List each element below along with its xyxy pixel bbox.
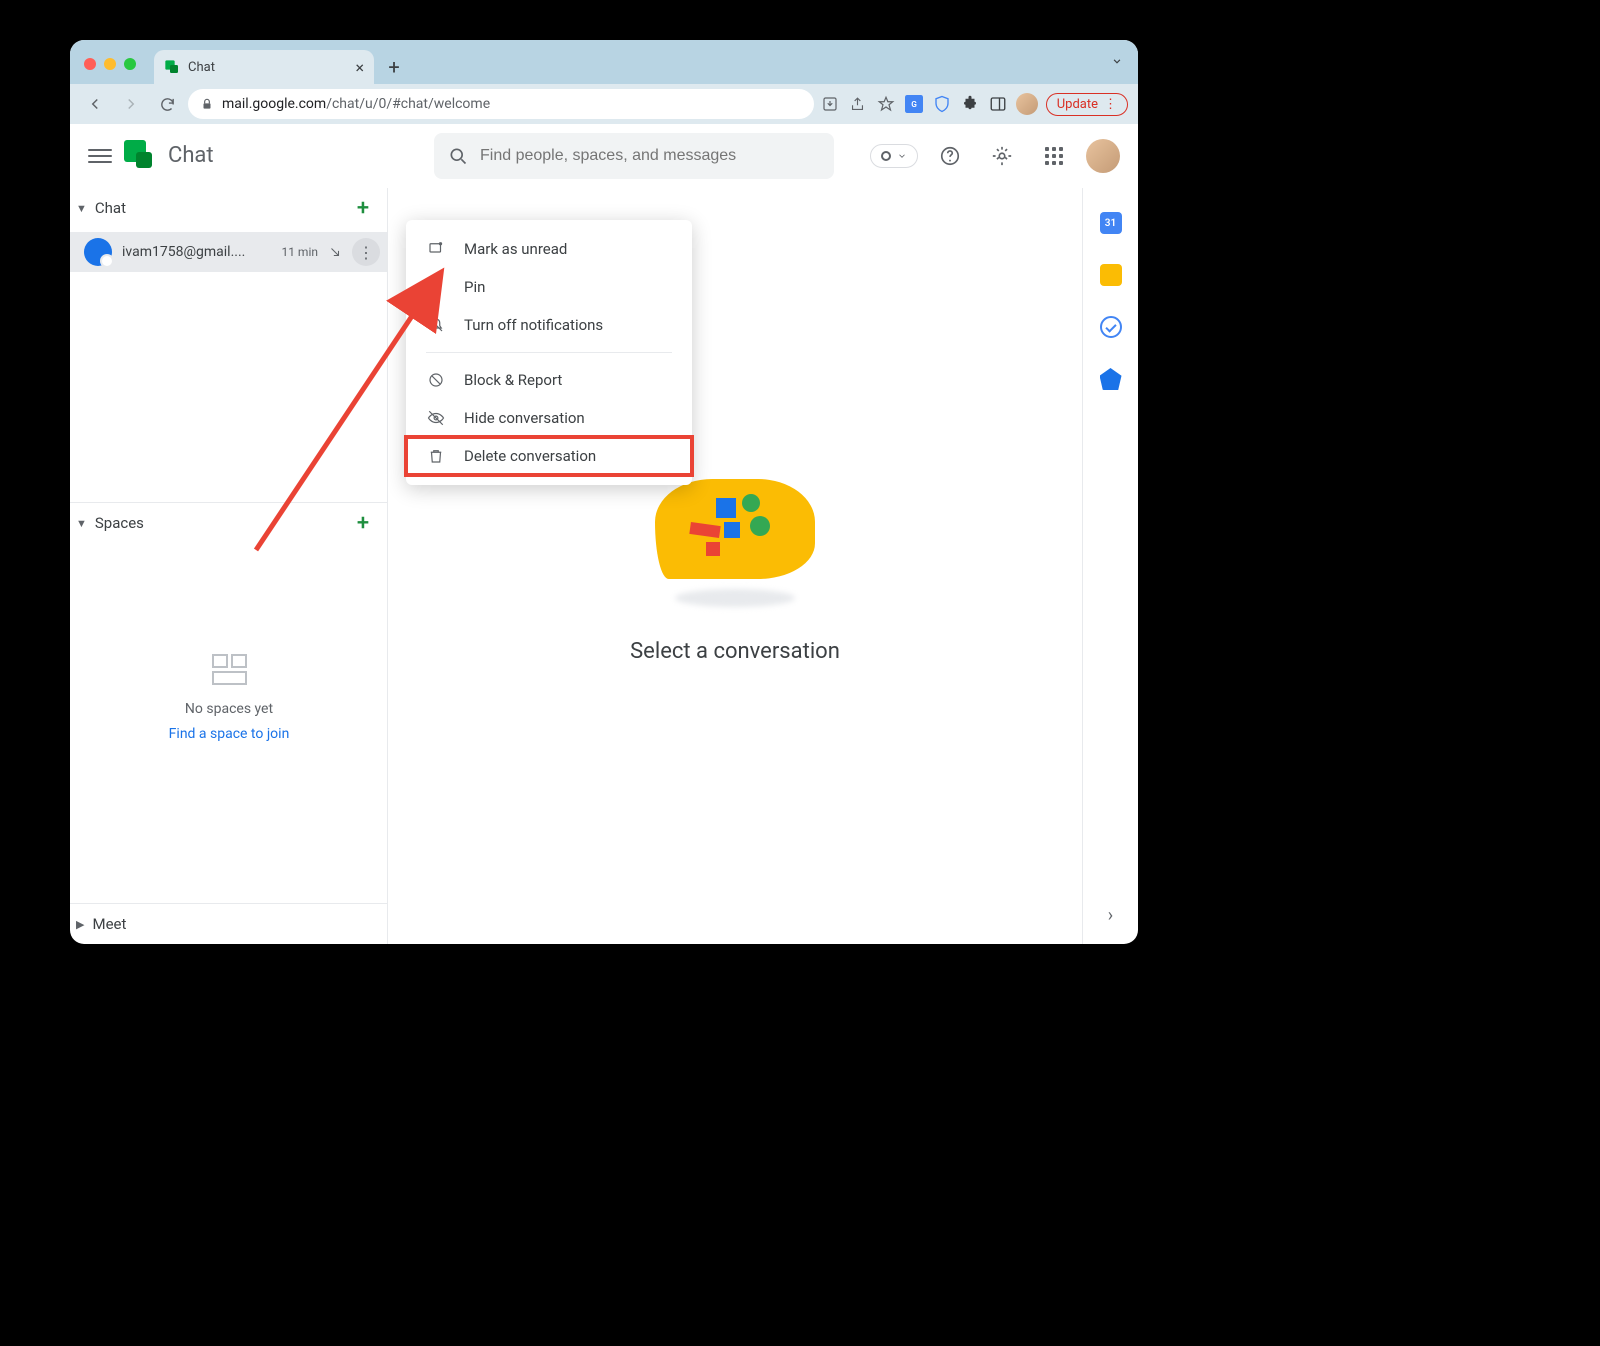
new-chat-button[interactable]: + bbox=[348, 196, 378, 221]
status-button[interactable] bbox=[870, 144, 918, 168]
collapse-panel-button[interactable]: › bbox=[1108, 905, 1113, 926]
chat-favicon-icon bbox=[164, 59, 180, 75]
contact-name: ivam1758@gmail.... bbox=[122, 244, 271, 260]
forward-button[interactable] bbox=[116, 89, 146, 119]
mark-unread-menu-item[interactable]: Mark as unread bbox=[406, 230, 692, 268]
search-input[interactable] bbox=[480, 147, 820, 165]
spaces-section-label: Spaces bbox=[95, 514, 340, 532]
url-text: mail.google.com/chat/u/0/#chat/welcome bbox=[222, 96, 490, 112]
browser-tab-bar: Chat × + bbox=[70, 40, 1138, 84]
sidebar: ▼ Chat + ivam1758@gmail.... 11 min ⋮ ▼ S… bbox=[70, 188, 388, 944]
minimize-window-button[interactable] bbox=[104, 58, 116, 70]
spaces-empty-text: No spaces yet bbox=[70, 701, 388, 717]
back-button[interactable] bbox=[80, 89, 110, 119]
contact-avatar-icon bbox=[84, 238, 112, 266]
browser-tab[interactable]: Chat × bbox=[154, 50, 374, 84]
contacts-panel-button[interactable] bbox=[1100, 368, 1122, 390]
calendar-panel-button[interactable] bbox=[1100, 212, 1122, 234]
close-tab-button[interactable]: × bbox=[355, 58, 364, 77]
browser-update-button[interactable]: Update⋮ bbox=[1046, 93, 1128, 116]
side-panel: › bbox=[1082, 188, 1138, 944]
bookmark-star-icon[interactable] bbox=[876, 94, 896, 114]
app-title: Chat bbox=[168, 143, 214, 168]
meet-section-header[interactable]: ▶ Meet bbox=[70, 904, 388, 944]
find-space-link[interactable]: Find a space to join bbox=[169, 726, 290, 742]
menu-label: Mark as unread bbox=[464, 240, 567, 258]
shield-extension-icon[interactable] bbox=[932, 94, 952, 114]
reload-button[interactable] bbox=[152, 89, 182, 119]
main-menu-button[interactable] bbox=[88, 149, 112, 163]
menu-label: Hide conversation bbox=[464, 409, 585, 427]
address-bar[interactable]: mail.google.com/chat/u/0/#chat/welcome bbox=[188, 89, 814, 119]
status-circle-icon bbox=[881, 151, 891, 161]
hide-conversation-menu-item[interactable]: Hide conversation bbox=[406, 399, 692, 437]
pin-icon bbox=[426, 277, 446, 297]
lock-icon bbox=[200, 97, 214, 111]
caret-down-icon: ▼ bbox=[76, 517, 87, 530]
conversation-context-menu: Mark as unread Pin Turn off notification… bbox=[406, 220, 692, 485]
main-prompt: Select a conversation bbox=[630, 639, 840, 664]
flag-icon bbox=[426, 239, 446, 259]
new-space-button[interactable]: + bbox=[348, 511, 378, 536]
menu-divider bbox=[426, 352, 672, 353]
menu-label: Pin bbox=[464, 278, 485, 296]
conversation-time: 11 min bbox=[281, 245, 318, 259]
browser-profile-avatar[interactable] bbox=[1016, 93, 1038, 115]
google-apps-button[interactable] bbox=[1034, 136, 1074, 176]
browser-toolbar: mail.google.com/chat/u/0/#chat/welcome G… bbox=[70, 84, 1138, 124]
chat-logo-icon bbox=[124, 140, 156, 172]
menu-label: Delete conversation bbox=[464, 447, 596, 465]
keep-panel-button[interactable] bbox=[1100, 264, 1122, 286]
spaces-empty-state: No spaces yet Find a space to join bbox=[70, 543, 388, 742]
svg-text:G: G bbox=[911, 100, 917, 110]
eye-off-icon bbox=[426, 408, 446, 428]
chat-section-header[interactable]: ▼ Chat + bbox=[70, 188, 388, 228]
account-avatar[interactable] bbox=[1086, 139, 1120, 173]
block-report-menu-item[interactable]: Block & Report bbox=[406, 361, 692, 399]
window-controls bbox=[84, 58, 136, 70]
caret-down-icon: ▼ bbox=[76, 202, 87, 215]
app-header: Chat bbox=[70, 124, 1138, 188]
bell-off-icon bbox=[426, 315, 446, 335]
conversation-more-button[interactable]: ⋮ bbox=[352, 238, 380, 266]
maximize-window-button[interactable] bbox=[124, 58, 136, 70]
new-tab-button[interactable]: + bbox=[380, 53, 408, 81]
tasks-panel-button[interactable] bbox=[1100, 316, 1122, 338]
chevron-down-icon bbox=[897, 151, 907, 161]
tab-title: Chat bbox=[188, 60, 347, 75]
extension-icons: G Update⋮ bbox=[820, 93, 1128, 116]
chat-section-label: Chat bbox=[95, 199, 340, 217]
turn-off-notifications-menu-item[interactable]: Turn off notifications bbox=[406, 306, 692, 344]
trash-icon bbox=[426, 446, 446, 466]
translate-extension-icon[interactable]: G bbox=[904, 94, 924, 114]
spaces-section-header[interactable]: ▼ Spaces + bbox=[70, 503, 388, 543]
outgoing-arrow-icon bbox=[328, 245, 342, 259]
meet-section-label: Meet bbox=[92, 915, 378, 933]
search-bar[interactable] bbox=[434, 133, 834, 179]
install-app-icon[interactable] bbox=[820, 94, 840, 114]
spaces-empty-icon bbox=[212, 654, 247, 685]
extensions-puzzle-icon[interactable] bbox=[960, 94, 980, 114]
settings-button[interactable] bbox=[982, 136, 1022, 176]
block-icon bbox=[426, 370, 446, 390]
close-window-button[interactable] bbox=[84, 58, 96, 70]
menu-label: Block & Report bbox=[464, 371, 562, 389]
pin-menu-item[interactable]: Pin bbox=[406, 268, 692, 306]
menu-label: Turn off notifications bbox=[464, 316, 603, 334]
sidepanel-toggle-icon[interactable] bbox=[988, 94, 1008, 114]
conversation-item[interactable]: ivam1758@gmail.... 11 min ⋮ bbox=[70, 232, 388, 272]
delete-conversation-menu-item[interactable]: Delete conversation bbox=[406, 437, 692, 475]
empty-state-illustration bbox=[645, 469, 825, 599]
caret-right-icon: ▶ bbox=[76, 918, 84, 931]
help-button[interactable] bbox=[930, 136, 970, 176]
share-icon[interactable] bbox=[848, 94, 868, 114]
search-icon bbox=[448, 146, 468, 166]
tabs-dropdown-button[interactable] bbox=[1110, 54, 1124, 68]
